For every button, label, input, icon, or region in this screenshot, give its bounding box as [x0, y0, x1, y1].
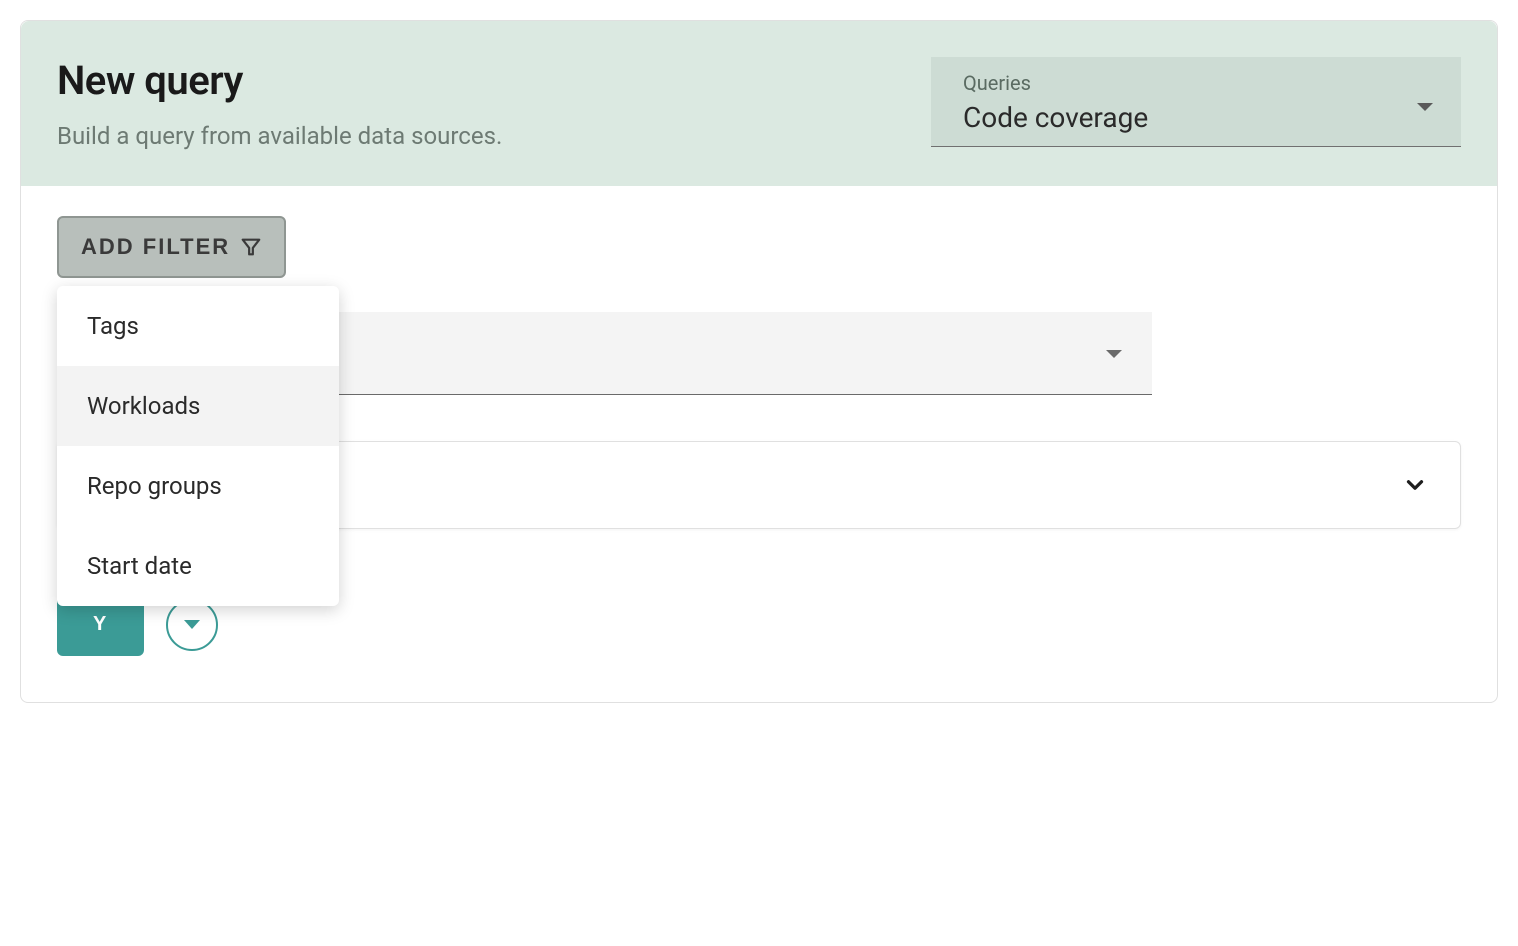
caret-down-icon — [1106, 350, 1122, 358]
filter-icon — [240, 236, 262, 258]
filter-option-repo-groups[interactable]: Repo groups — [57, 446, 339, 526]
caret-down-icon — [1417, 103, 1433, 111]
filter-option-start-date[interactable]: Start date — [57, 526, 339, 606]
add-filter-button[interactable]: ADD FILTER — [57, 216, 286, 278]
filter-option-tags[interactable]: Tags — [57, 286, 339, 366]
queries-select[interactable]: Queries Code coverage — [931, 57, 1461, 147]
chevron-down-icon — [1402, 472, 1428, 498]
page-subtitle: Build a query from available data source… — [57, 122, 931, 150]
query-card: New query Build a query from available d… — [20, 20, 1498, 703]
card-header: New query Build a query from available d… — [21, 21, 1497, 186]
add-filter-label: ADD FILTER — [81, 234, 230, 260]
card-body: ADD FILTER ad ers Y Tags Workloads — [21, 186, 1497, 702]
queries-select-label: Queries — [963, 71, 1441, 95]
filter-option-workloads[interactable]: Workloads — [57, 366, 339, 446]
caret-down-icon — [184, 620, 200, 629]
queries-select-value: Code coverage — [963, 101, 1441, 134]
filter-dropdown: Tags Workloads Repo groups Start date — [57, 286, 339, 606]
run-query-more-button[interactable] — [166, 599, 218, 651]
header-left: New query Build a query from available d… — [57, 57, 931, 150]
run-query-label: Y — [93, 613, 108, 635]
page-title: New query — [57, 57, 931, 104]
